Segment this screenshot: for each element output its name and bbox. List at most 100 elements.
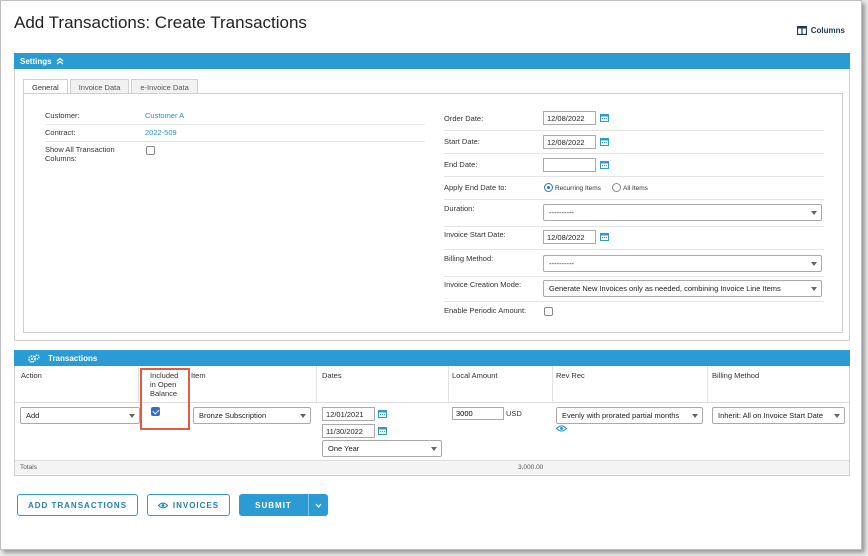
- transactions-header: Transactions: [14, 350, 850, 366]
- divider: [444, 276, 824, 277]
- col-billing-method: Billing Method: [712, 371, 760, 380]
- order-date-label: Order Date:: [444, 114, 484, 123]
- radio-recurring-items-label: Recurring Items: [555, 185, 601, 192]
- calendar-icon[interactable]: [378, 409, 387, 418]
- rev-rec-select[interactable]: Evenly with prorated partial months: [556, 407, 703, 424]
- chevron-down-icon: [300, 414, 306, 418]
- invoice-creation-mode-select[interactable]: Generate New Invoices only as needed, co…: [543, 280, 822, 297]
- calendar-icon[interactable]: [600, 232, 609, 241]
- duration-label: Duration:: [444, 204, 475, 213]
- divider: [444, 130, 824, 131]
- divider: [444, 249, 824, 250]
- calendar-icon[interactable]: [378, 426, 387, 435]
- duration-select[interactable]: ----------: [543, 204, 822, 221]
- show-all-columns-label-line1: Show All Transaction: [45, 145, 115, 154]
- invoice-start-date-label: Invoice Start Date:: [444, 230, 506, 239]
- local-amount-input[interactable]: [452, 407, 504, 420]
- column-divider: [707, 366, 708, 402]
- settings-panel: General Invoice Data e-Invoice Data Cust…: [14, 69, 850, 341]
- eye-icon[interactable]: [556, 425, 567, 432]
- billing-method-select[interactable]: ----------: [543, 255, 822, 272]
- billing-method-value: ----------: [549, 259, 574, 268]
- enable-periodic-amount-checkbox[interactable]: [544, 307, 553, 316]
- chevron-down-icon: [692, 414, 698, 418]
- tab-invoice-data[interactable]: Invoice Data: [69, 79, 130, 94]
- eye-icon: [157, 502, 168, 508]
- submit-options-button[interactable]: [308, 494, 328, 516]
- term-value: One Year: [328, 444, 360, 453]
- invoice-creation-mode-value: Generate New Invoices only as needed, co…: [549, 284, 781, 293]
- show-all-columns-label: Show All Transaction Columns:: [45, 145, 115, 163]
- invoices-button[interactable]: INVOICES: [147, 494, 230, 516]
- invoice-start-date-input[interactable]: [543, 230, 596, 244]
- row-billing-method-value: Inherit: All on Invoice Start Date: [718, 411, 824, 420]
- chevron-down-icon: [834, 414, 840, 418]
- settings-tabs: General Invoice Data e-Invoice Data: [23, 79, 200, 94]
- contract-label: Contract:: [45, 128, 76, 137]
- calendar-icon[interactable]: [600, 113, 609, 122]
- start-date-label: Start Date:: [444, 137, 480, 146]
- start-date-row-input[interactable]: [322, 407, 375, 421]
- start-date-input[interactable]: [543, 135, 596, 149]
- end-date-row-input[interactable]: [322, 424, 375, 438]
- tab-general[interactable]: General: [23, 79, 68, 94]
- settings-header[interactable]: Settings: [14, 53, 850, 69]
- col-dates: Dates: [322, 371, 342, 380]
- radio-all-items[interactable]: [612, 183, 621, 192]
- col-action: Action: [21, 371, 42, 380]
- column-divider: [552, 366, 553, 402]
- column-divider: [448, 366, 449, 402]
- chevron-down-icon: [811, 287, 817, 291]
- gears-icon: [28, 353, 40, 363]
- item-select[interactable]: Bronze Subscription: [193, 407, 311, 424]
- column-divider: [316, 366, 317, 402]
- row-billing-method-select[interactable]: Inherit: All on Invoice Start Date: [712, 407, 845, 424]
- divider: [45, 141, 425, 142]
- totals-label: Totals: [20, 464, 37, 471]
- col-item: Item: [191, 371, 206, 380]
- chevron-down-icon: [129, 414, 135, 418]
- calendar-icon[interactable]: [600, 160, 609, 169]
- customer-link[interactable]: Customer A: [145, 111, 184, 120]
- calendar-icon[interactable]: [600, 137, 609, 146]
- action-select[interactable]: Add: [20, 407, 140, 424]
- invoices-label: INVOICES: [172, 500, 220, 510]
- general-tab-content: Customer: Customer A Contract: 2022-509 …: [23, 93, 843, 333]
- divider: [444, 153, 824, 154]
- apply-end-date-label: Apply End Date to:: [444, 183, 507, 192]
- divider: [444, 301, 824, 302]
- radio-recurring-items[interactable]: [544, 183, 553, 192]
- contract-link[interactable]: 2022-509: [145, 128, 177, 137]
- col-rev-rec: Rev Rec: [556, 371, 585, 380]
- submit-button[interactable]: SUBMIT: [239, 494, 308, 516]
- enable-periodic-amount-label: Enable Periodic Amount:: [444, 306, 527, 315]
- term-select[interactable]: One Year: [322, 440, 442, 457]
- column-divider: [138, 366, 139, 402]
- columns-icon: [796, 26, 807, 35]
- window-frame: Add Transactions: Create Transactions Co…: [0, 0, 862, 550]
- divider: [444, 226, 824, 227]
- chevron-down-icon: [315, 503, 322, 508]
- included-open-balance-checkbox[interactable]: [151, 407, 160, 416]
- columns-label: Columns: [810, 26, 845, 35]
- divider: [444, 199, 824, 200]
- customer-label: Customer:: [45, 111, 80, 120]
- tab-e-invoice-data[interactable]: e-Invoice Data: [131, 79, 198, 94]
- duration-value: ----------: [549, 208, 574, 217]
- add-transactions-button[interactable]: ADD TRANSACTIONS: [17, 494, 138, 516]
- included-column-highlight: [140, 368, 190, 430]
- chevron-down-icon: [811, 211, 817, 215]
- col-local-amount: Local Amount: [452, 371, 498, 380]
- order-date-input[interactable]: [543, 111, 596, 125]
- page-title: Add Transactions: Create Transactions: [14, 13, 307, 32]
- columns-button[interactable]: Columns: [796, 26, 845, 35]
- show-all-columns-checkbox[interactable]: [146, 146, 155, 155]
- show-all-columns-label-line2: Columns:: [45, 154, 77, 163]
- end-date-input[interactable]: [543, 158, 596, 172]
- divider: [45, 124, 425, 125]
- chevron-down-icon: [431, 447, 437, 451]
- billing-method-label: Billing Method:: [444, 254, 494, 263]
- divider: [444, 176, 824, 177]
- collapse-chevron-icon: [56, 57, 63, 65]
- item-value: Bronze Subscription: [199, 411, 267, 420]
